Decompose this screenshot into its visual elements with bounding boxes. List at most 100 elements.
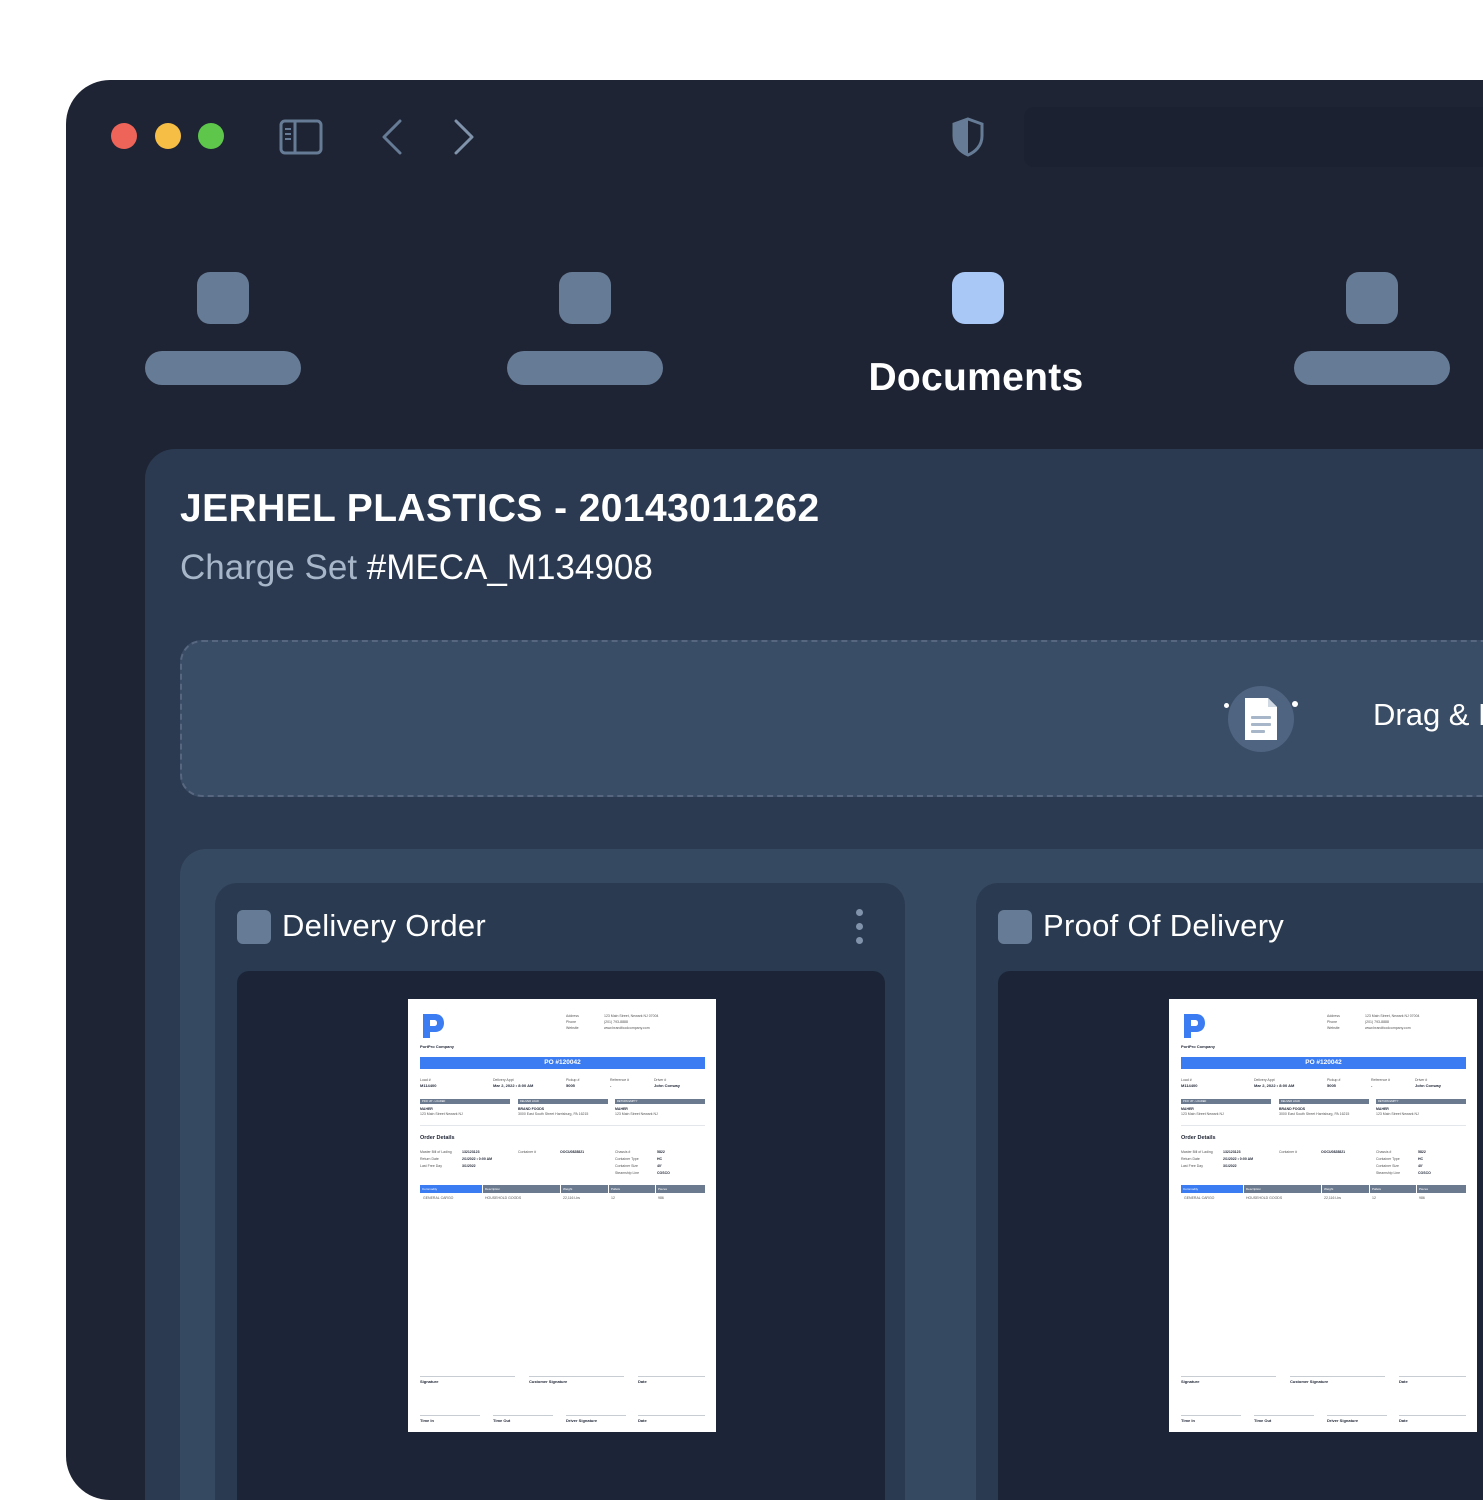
close-window-button[interactable] [111,123,137,149]
order-details-container: Container # OOCU0828821 [518,1150,585,1154]
document-upload-icon [1228,686,1294,752]
documents-tab-icon [952,272,1004,324]
divider [1181,1125,1466,1126]
maximize-window-button[interactable] [198,123,224,149]
signature-label: Customer Signature [529,1379,568,1384]
document-page: PortPro Company Address 123 Main Street, … [1169,999,1477,1432]
order-details-title: Order Details [1181,1135,1216,1141]
group-header: PICK UP - LOADED [420,1099,510,1104]
card-title: Proof Of Delivery [1043,908,1285,943]
page-title: JERHEL PLASTICS - 20143011262 [180,487,820,530]
group-text: MAHER 123 Main Street Newark NJ [1376,1107,1419,1116]
dropzone-text: Drag & Drop [1373,697,1483,732]
document-card-proof-of-delivery[interactable]: Proof Of Delivery PortPro Company Addres… [976,883,1483,1500]
browser-window: Documents JERHEL PLASTICS - 20143011262 … [66,80,1483,1500]
chevron-left-icon[interactable] [380,118,404,156]
order-details-title: Order Details [420,1135,455,1141]
signature-label: Date [638,1418,647,1423]
company-name: PortPro Company [420,1044,455,1049]
company-name: PortPro Company [1181,1044,1216,1049]
meta-field: Driver # John Conway [1415,1078,1442,1088]
tab-icon [1346,272,1398,324]
file-dropzone[interactable]: Drag & Drop [180,640,1483,797]
meta-field: Pickup #5005 [1327,1078,1341,1088]
signature-line [529,1376,624,1377]
signature-line [420,1376,515,1377]
company-address-block: Address 123 Main Street, Newark NJ 07004 … [566,1014,659,1030]
tab-documents-label[interactable]: Documents [846,356,1106,400]
signature-line [638,1415,705,1416]
documents-panel: JERHEL PLASTICS - 20143011262 Charge Set… [145,449,1483,1500]
group-header: DELIVER LOAD [518,1099,608,1104]
signature-label: Time Out [493,1418,511,1423]
signature-line [1181,1376,1276,1377]
document-preview[interactable]: PortPro Company Address 123 Main Street, … [998,971,1483,1500]
select-checkbox[interactable] [237,910,271,944]
signature-label: Time In [1181,1418,1195,1423]
charge-set-value: #MECA_M134908 [366,548,653,587]
select-checkbox[interactable] [998,910,1032,944]
meta-field: Delivery Appt Mar 2, 2022 • 8:00 AM [1254,1078,1295,1088]
document-card-delivery-order[interactable]: Delivery Order PortPro Company Address 12… [215,883,905,1500]
signature-label: Signature [420,1379,439,1384]
signature-label: Driver Signature [566,1418,598,1423]
order-details-right: Chassis #5822 Container Type HC Container… [1376,1150,1431,1175]
order-details-container: Container # OOCU0828821 [1279,1150,1346,1154]
company-address-block: Address 123 Main Street, Newark NJ 07004 … [1327,1014,1420,1030]
signature-line [1399,1415,1466,1416]
signature-line [1254,1415,1314,1416]
po-number-bar: PO #120042 [420,1057,705,1069]
document-preview[interactable]: PortPro Company Address 123 Main Street, … [237,971,885,1500]
group-text: BRAND FOODS 3000 East South Street Harris… [518,1107,589,1116]
meta-field: Driver # John Conway [654,1078,681,1088]
signature-line [1290,1376,1385,1377]
commodity-table-header: Commodity Description Weight Pallets Pie… [420,1185,705,1193]
signature-label: Driver Signature [1327,1418,1359,1423]
charge-set-subtitle: Charge Set #MECA_M134908 [180,548,653,588]
signature-line [1327,1415,1387,1416]
address-bar[interactable] [1024,107,1483,167]
signature-line [1181,1415,1241,1416]
group-header: DELIVER LOAD [1279,1099,1369,1104]
card-title: Delivery Order [282,908,487,943]
signature-label: Date [638,1379,647,1384]
group-text: MAHER 123 Main Street Newark NJ [420,1107,463,1116]
group-header: PICK UP - LOADED [1181,1099,1271,1104]
order-details-right: Chassis #5822 Container Type HC Container… [615,1150,670,1175]
order-details-left: Master Bill of Lading 132123123 Return Da… [1181,1150,1254,1168]
sidebar-icon[interactable] [279,119,323,155]
meta-field: Delivery Appt Mar 2, 2022 • 8:00 AM [493,1078,534,1088]
more-options-icon[interactable] [856,909,864,945]
minimize-window-button[interactable] [155,123,181,149]
signature-label: Signature [1181,1379,1200,1384]
meta-field: Pickup #5005 [566,1078,580,1088]
po-number-bar: PO #120042 [1181,1057,1466,1069]
signature-label: Time In [420,1418,434,1423]
signature-line [638,1376,705,1377]
signature-line [566,1415,626,1416]
signature-label: Customer Signature [1290,1379,1329,1384]
group-text: MAHER 123 Main Street Newark NJ [1181,1107,1224,1116]
document-page: PortPro Company Address 123 Main Street, … [408,999,716,1432]
tab-icon [559,272,611,324]
meta-field: Reference # - [610,1078,630,1088]
divider [420,1125,705,1126]
tab-icon [197,272,249,324]
signature-label: Date [1399,1418,1408,1423]
group-header: RETURN EMPTY [1376,1099,1466,1104]
signature-line [420,1415,480,1416]
meta-field: Load # M114400 [420,1078,437,1088]
portpro-logo-icon [423,1014,444,1038]
group-header: RETURN EMPTY [615,1099,705,1104]
tab-label-placeholder [507,351,663,385]
chevron-right-icon[interactable] [452,118,476,156]
signature-line [1399,1376,1466,1377]
order-details-left: Master Bill of Lading 132123123 Return Da… [420,1150,493,1168]
documents-grid: Delivery Order PortPro Company Address 12… [180,849,1483,1500]
signature-label: Date [1399,1379,1408,1384]
tab-label-placeholder [145,351,301,385]
group-text: MAHER 123 Main Street Newark NJ [615,1107,658,1116]
file-icon [1245,698,1277,740]
meta-field: Load # M114400 [1181,1078,1198,1088]
shield-icon[interactable] [952,117,984,157]
